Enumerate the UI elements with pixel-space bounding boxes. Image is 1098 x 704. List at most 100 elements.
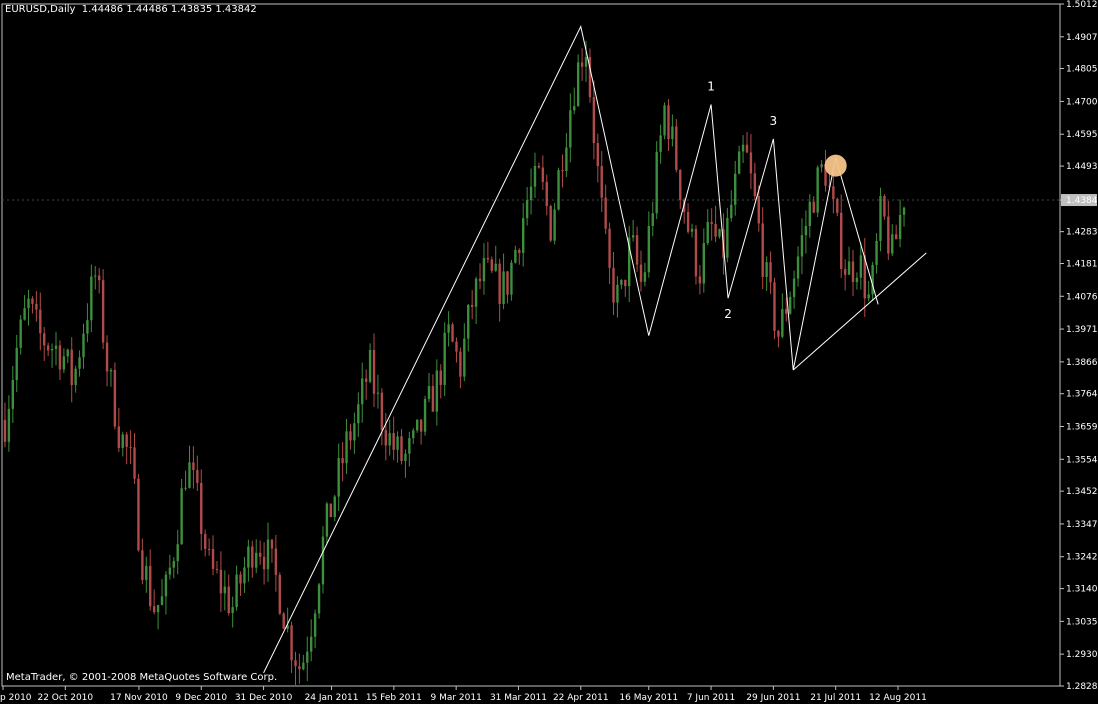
- candle-body: [211, 549, 215, 569]
- candle-body: [231, 607, 234, 614]
- candle-body: [270, 539, 274, 549]
- candle-body: [357, 404, 360, 424]
- candle-body: [105, 342, 109, 372]
- candle-body: [121, 434, 124, 448]
- candle-body: [573, 106, 576, 111]
- candle-body: [667, 105, 670, 140]
- y-tick-label: 1.38660: [1066, 358, 1098, 368]
- candle-body: [514, 249, 517, 263]
- candle-body: [251, 546, 254, 568]
- candle-body: [832, 186, 835, 200]
- candle-body: [200, 483, 203, 534]
- y-tick-label: 1.33470: [1066, 520, 1098, 530]
- candle-body: [698, 276, 702, 284]
- candle-body: [384, 430, 387, 446]
- candle-body: [294, 660, 297, 667]
- candle-body: [753, 173, 757, 197]
- x-tick-label: 9 Mar 2011: [430, 693, 481, 703]
- candle-body: [785, 309, 788, 314]
- candle-body: [90, 276, 93, 321]
- candle-body: [43, 333, 46, 346]
- candle-body: [525, 200, 529, 219]
- candle-body: [278, 574, 281, 614]
- highlight-circle: [824, 154, 847, 177]
- candle-body: [788, 296, 792, 314]
- candle-body: [694, 228, 698, 277]
- candle-body: [486, 257, 490, 260]
- candle-body: [576, 62, 580, 107]
- x-tick-label: 31 Mar 2011: [490, 693, 547, 703]
- candle-body: [883, 196, 886, 217]
- candle-body: [164, 574, 168, 597]
- candle-body: [82, 333, 85, 358]
- candle-body: [741, 144, 745, 152]
- y-tick-label: 1.49070: [1066, 33, 1098, 43]
- candle-body: [898, 214, 902, 240]
- chart-window: 1.50120 1.49070 1.48055 1.47000 1.45950 1.449…: [0, 0, 1098, 704]
- candle-body: [66, 349, 69, 357]
- candle-body: [353, 423, 356, 441]
- candle-body: [804, 226, 808, 236]
- candle-body: [710, 221, 713, 224]
- candle-body: [282, 613, 285, 629]
- candle-body: [215, 568, 219, 570]
- candle-body: [847, 261, 851, 275]
- candle-body: [27, 298, 30, 309]
- candle-body: [478, 278, 482, 282]
- candle-body: [361, 378, 364, 405]
- candle-body: [376, 392, 380, 394]
- price-chart[interactable]: 1.50120 1.49070 1.48055 1.47000 1.45950 1.449…: [0, 0, 1098, 704]
- y-tick-label: 1.31400: [1066, 585, 1098, 595]
- candle-body: [659, 135, 662, 152]
- candle-body: [812, 201, 815, 213]
- wave-label: 2: [724, 307, 732, 321]
- candle-body: [447, 324, 450, 333]
- candle-body: [392, 433, 395, 450]
- candle-body: [219, 569, 223, 594]
- candle-body: [651, 213, 654, 226]
- candle-body: [879, 196, 882, 241]
- candle-body: [23, 308, 26, 320]
- candle-body: [565, 147, 568, 172]
- candle-body: [855, 277, 859, 282]
- candle-body: [494, 263, 497, 271]
- candle-body: [207, 548, 211, 550]
- candle-body: [176, 544, 179, 562]
- candle-body: [160, 596, 164, 605]
- candle-body: [875, 240, 878, 265]
- x-tick-label: 22 Apr 2011: [553, 693, 609, 703]
- candle-body: [101, 280, 105, 343]
- candle-body: [404, 453, 407, 461]
- candle-body: [796, 256, 800, 279]
- y-tick-label: 1.41810: [1066, 259, 1098, 269]
- candle-body: [368, 349, 372, 382]
- candle-body: [604, 197, 607, 229]
- candle-body: [643, 272, 647, 282]
- candle-body: [235, 574, 238, 608]
- candle-body: [702, 243, 706, 284]
- x-tick-label: 22 Oct 2010: [37, 693, 93, 703]
- candle-body: [518, 249, 521, 253]
- candle-body: [769, 262, 772, 283]
- candle-body: [70, 349, 73, 386]
- x-tick-label: 21 Jul 2011: [810, 693, 861, 703]
- candle-body: [533, 165, 537, 187]
- candle-body: [631, 235, 635, 238]
- candle-body: [455, 341, 458, 352]
- y-tick-label: 1.42830: [1066, 228, 1098, 238]
- candle-body: [423, 399, 427, 432]
- candle-body: [443, 332, 446, 386]
- candle-body: [816, 167, 819, 213]
- y-tick-label: 1.44930: [1066, 162, 1098, 172]
- candle-body: [345, 431, 348, 464]
- candle-body: [149, 565, 152, 607]
- candle-body: [635, 235, 639, 265]
- x-tick-label: 16 May 2011: [619, 693, 678, 703]
- candle-body: [46, 345, 50, 351]
- candle-body: [506, 271, 509, 295]
- y-tick-label: 1.45950: [1066, 130, 1098, 140]
- candle-body: [54, 345, 58, 349]
- candle-body: [612, 267, 615, 303]
- chart-header: EURUSD,Daily 1.44486 1.44486 1.43835 1.4…: [5, 4, 257, 15]
- candle-body: [690, 228, 694, 232]
